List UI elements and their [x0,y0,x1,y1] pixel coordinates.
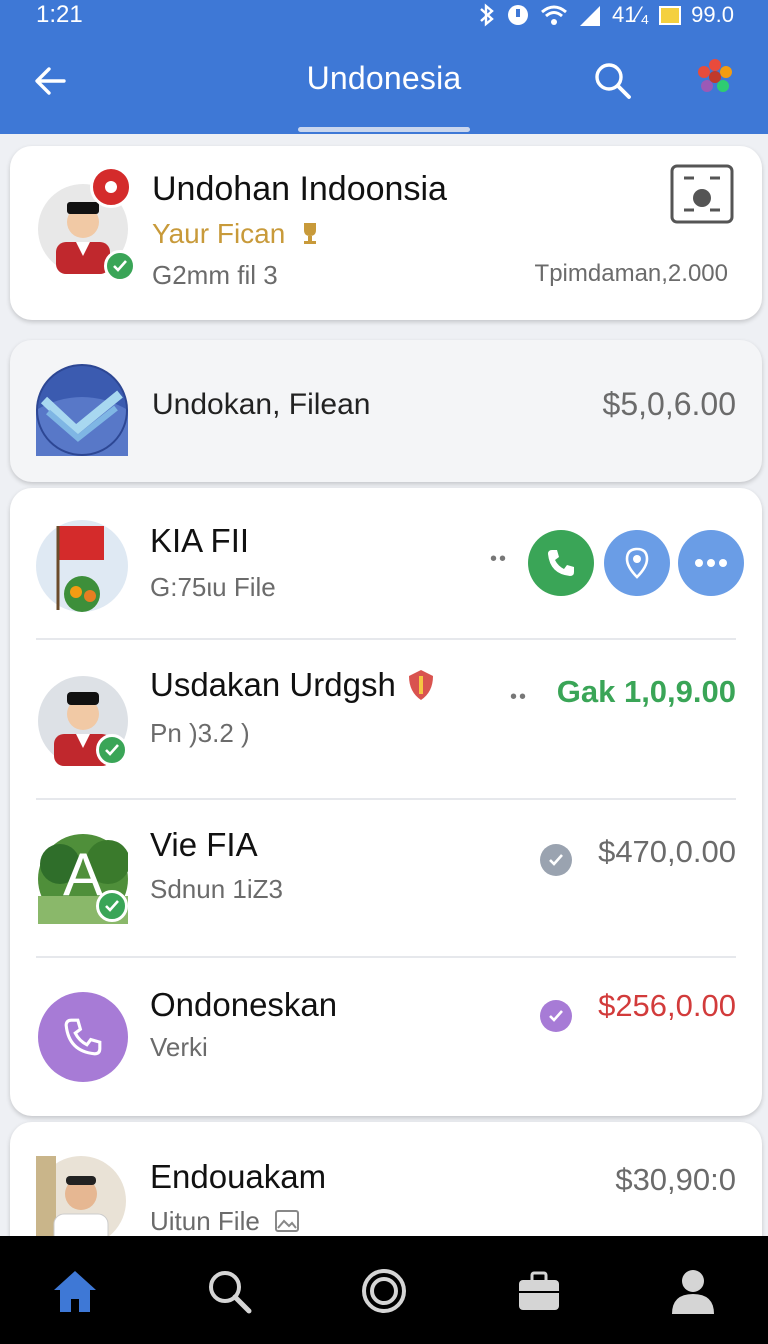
briefcase-icon[interactable] [514,1266,564,1316]
summary-name: Undokan, Filean [152,388,371,421]
verified-icon [104,250,136,282]
featured-highlight: Yaur Fican [152,218,323,250]
phone-icon [64,1018,102,1056]
dots-icon: •• [490,548,509,570]
battery-icon [659,6,682,25]
dots-icon: •• [510,686,529,708]
search-icon[interactable] [204,1266,254,1316]
qr-scan-icon[interactable] [670,164,734,224]
flower-icon[interactable] [692,54,738,100]
bluetooth-icon [480,3,494,27]
contact-sub: Pn )3.2 ) [150,718,250,748]
featured-meta: Tpimdaman,2.000 [534,260,728,287]
more-button[interactable] [678,530,744,596]
list-item[interactable]: A Vie FIA Sdnun 1iZ3 $470,0.00 [10,800,762,956]
flag-avatar-image [36,520,128,612]
status-check-icon [540,844,572,876]
contact-sub: Uitun File [150,1206,300,1237]
toolbar: Undonesia [0,40,768,120]
phone-avatar [38,992,128,1082]
home-icon[interactable] [50,1266,100,1316]
image-icon [275,1210,300,1232]
contact-sub: Sdnun 1iZ3 [150,874,283,904]
list-item[interactable]: Usdakan Urdgsh Pn )3.2 ) •• Gak 1,0,9.00 [10,640,762,798]
avatar [36,1156,126,1246]
more-icon [695,559,727,567]
avatar [38,676,128,766]
scroll-indicator [298,127,470,132]
summary-amount: $5,0,6.00 [602,386,736,422]
trophy-icon [304,223,317,244]
status-time: 1:21 [36,1,83,28]
search-icon[interactable] [590,58,636,104]
avatar [38,166,136,282]
featured-detail: G2mm fil 3 [152,260,278,290]
location-icon [625,547,649,579]
contact-amount: $470,0.00 [598,834,736,869]
verified-icon [96,734,128,766]
contact-amount: $30,90:0 [615,1162,736,1197]
phone-icon [548,550,574,576]
status-check-icon [540,1000,572,1032]
list-item[interactable]: KIA FII G:75ιu File •• [10,488,762,638]
contact-name: Endouakam [150,1158,327,1195]
status-icons: 41⁄₄ 99.0 [478,2,734,28]
featured-highlight-text: Yaur Fican [152,218,286,249]
contact-name: KIA FII [150,522,250,559]
contact-amount: Gak 1,0,9.00 [556,674,736,709]
notification-badge [90,166,132,208]
avatar: A [38,834,128,924]
wifi-icon [541,5,568,25]
contact-list-card: KIA FII G:75ιu File •• Usdakan Urdgsh Pn… [10,488,762,1116]
circle-icon[interactable] [359,1266,409,1316]
featured-name: Undohan Indoonsia [152,170,447,208]
featured-card[interactable]: Undohan Indoonsia Yaur Fican G2mm fil 3 … [10,146,762,320]
shield-icon [408,670,433,700]
bottom-navigation [0,1236,768,1344]
contact-sub: Verki [150,1032,208,1062]
signal-icon [580,6,601,26]
battery-level: 99.0 [691,2,734,27]
contact-sub: G:75ιu File [150,572,276,602]
doctor-avatar-image [36,1156,126,1246]
app-logo-icon [36,364,128,456]
summary-card[interactable]: Undokan, Filean $5,0,6.00 [10,340,762,482]
call-button[interactable] [528,530,594,596]
alarm-icon [508,5,529,25]
profile-icon[interactable] [668,1266,718,1316]
contact-sub-text: Uitun File [150,1206,260,1236]
app-bar: 1:21 41⁄₄ 99.0 Undonesia [0,0,768,134]
verified-icon [96,890,128,922]
contact-amount: $256,0.00 [598,988,736,1023]
status-bar: 1:21 41⁄₄ 99.0 [0,0,768,30]
page-title: Undonesia [306,60,462,96]
contact-name: Ondoneskan [150,986,338,1023]
list-item[interactable]: Ondoneskan Verki $256,0.00 [10,958,762,1116]
battery-percent: 41⁄₄ [612,2,650,27]
contact-name: Vie FIA [150,826,258,863]
contact-name-text: Usdakan Urdgsh [150,666,396,703]
location-button[interactable] [604,530,670,596]
contact-name: Usdakan Urdgsh [150,666,435,704]
